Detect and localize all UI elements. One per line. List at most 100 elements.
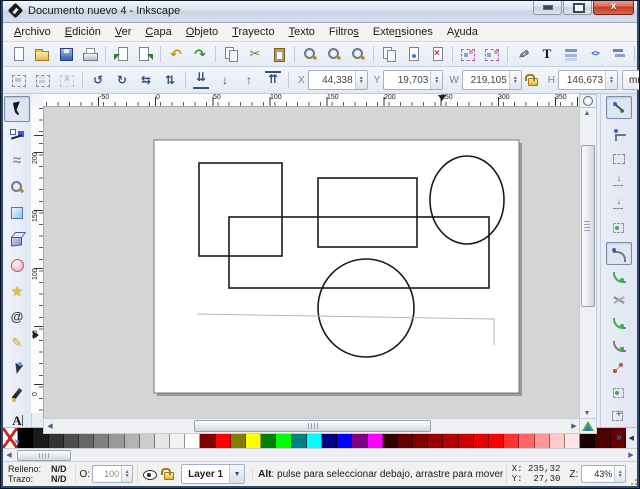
undo-button[interactable]: ↶ [164, 43, 188, 65]
spiral-tool-button[interactable]: @ [4, 304, 30, 330]
new-document-button[interactable] [6, 43, 30, 65]
align-distribute-button[interactable] [607, 43, 631, 65]
print-document-button[interactable] [78, 43, 102, 65]
snap-smooth-nodes-button[interactable] [606, 334, 632, 357]
xml-editor-button[interactable]: <> [583, 43, 607, 65]
paste-button[interactable] [267, 43, 291, 65]
bezier-tool-button[interactable] [4, 356, 30, 382]
zoom-to-page-button[interactable] [346, 43, 370, 65]
canvas-corner-button[interactable] [579, 94, 597, 108]
snap-object-centers-button[interactable] [606, 380, 632, 403]
layers-dialog-button[interactable] [559, 43, 583, 65]
text-tool-button[interactable]: A [4, 408, 30, 434]
horizontal-scroll-thumb[interactable] [194, 420, 431, 432]
star-tool-button[interactable]: ★ [4, 278, 30, 304]
snap-bbox-edge-midpoints-button[interactable] [606, 192, 632, 215]
palette-scroll-right-icon[interactable]: ▶ [625, 449, 637, 461]
ungroup-button[interactable] [480, 43, 504, 65]
snap-bounding-box-button[interactable] [606, 123, 632, 146]
lower-one-step-button[interactable]: ↓ [213, 69, 237, 91]
palette-scroll-left-icon[interactable]: ◀ [3, 449, 15, 461]
raise-to-top-button[interactable]: ⇈ [261, 69, 285, 91]
snap-bbox-corners-button[interactable] [606, 169, 632, 192]
menu-edicin[interactable]: Edición [58, 25, 108, 39]
selector-tool-button[interactable] [4, 96, 30, 122]
cms-toggle-button[interactable] [579, 418, 597, 434]
zoom-to-selection-button[interactable] [298, 43, 322, 65]
palette-overflow-arrow[interactable]: ◀ [626, 428, 637, 448]
width-spinner[interactable]: ▲▼ [509, 71, 521, 89]
snap-rotation-centers-button[interactable] [606, 403, 632, 426]
fill-stroke-indicator[interactable]: Relleno: N/D Trazo: N/D [3, 464, 75, 484]
open-document-button[interactable] [30, 43, 54, 65]
snap-path-intersections-button[interactable] [606, 288, 632, 311]
fill-stroke-dialog-button[interactable]: ✎ [511, 43, 535, 65]
snap-cusp-nodes-button[interactable] [606, 311, 632, 334]
y-input[interactable] [384, 73, 430, 87]
ellipse-tool-button[interactable] [4, 252, 30, 278]
rectangle-tool-button[interactable] [4, 200, 30, 226]
snap-bbox-edges-button[interactable] [606, 146, 632, 169]
menu-filtros[interactable]: Filtros [322, 25, 366, 39]
menu-texto[interactable]: Texto [282, 25, 322, 39]
horizontal-scrollbar[interactable]: ◀ ▶ [43, 418, 581, 434]
group-button[interactable] [456, 43, 480, 65]
create-clone-button[interactable] [401, 43, 425, 65]
cut-button[interactable]: ✂ [243, 43, 267, 65]
select-all-button[interactable] [7, 69, 31, 91]
tweak-tool-button[interactable]: ≈ [4, 148, 30, 174]
redo-button[interactable]: ↷ [188, 43, 212, 65]
palette-swatch[interactable] [595, 428, 610, 448]
zoom-value[interactable]: 43% [582, 469, 614, 479]
enable-snapping-button[interactable] [606, 96, 632, 119]
height-spinner[interactable]: ▲▼ [605, 71, 617, 89]
title-bar[interactable]: Documento nuevo 4 - Inkscape x [3, 0, 637, 23]
vertical-scroll-thumb[interactable] [581, 145, 595, 307]
menu-objeto[interactable]: Objeto [179, 25, 225, 39]
scroll-left-icon[interactable]: ◀ [44, 420, 56, 432]
snap-midpoints-button[interactable] [606, 357, 632, 380]
menu-extensiones[interactable]: Extensiones [366, 25, 440, 39]
deselect-button[interactable] [55, 69, 79, 91]
canvas-viewport[interactable] [43, 106, 580, 419]
export-bitmap-button[interactable] [133, 43, 157, 65]
select-all-in-all-layers-button[interactable] [31, 69, 55, 91]
y-spinner[interactable]: ▲▼ [430, 71, 442, 89]
layer-visibility-eye-icon[interactable] [142, 467, 158, 481]
raise-one-step-button[interactable]: ↑ [237, 69, 261, 91]
menu-ver[interactable]: Ver [108, 25, 139, 39]
flip-vertical-button[interactable]: ⇅ [158, 69, 182, 91]
snap-nodes-button[interactable] [606, 242, 632, 265]
opacity-spinner[interactable]: ▲▼ [121, 466, 132, 482]
opacity-value[interactable]: 100 [93, 469, 121, 479]
vertical-scrollbar[interactable]: ▲ ▼ [579, 106, 597, 420]
width-input[interactable] [463, 73, 509, 87]
copy-button[interactable] [219, 43, 243, 65]
menu-capa[interactable]: Capa [138, 25, 178, 39]
node-tool-button[interactable] [4, 122, 30, 148]
maximize-button[interactable] [563, 0, 592, 15]
layer-dropdown[interactable]: Layer 1 ▼ [181, 464, 245, 484]
resize-grip[interactable] [630, 466, 637, 486]
layer-lock-icon[interactable] [160, 466, 176, 482]
palette-scroll-thumb[interactable] [17, 450, 71, 461]
units-dropdown[interactable]: mm ▼ [622, 70, 640, 90]
toolbar-overflow-chevron[interactable]: » [14, 436, 20, 447]
zoom-to-drawing-button[interactable] [322, 43, 346, 65]
save-document-button[interactable] [54, 43, 78, 65]
lock-ratio-button[interactable] [522, 69, 542, 91]
palette-scrollbar[interactable]: ◀ ▶ [3, 448, 637, 461]
unlink-clone-button[interactable] [425, 43, 449, 65]
close-button[interactable]: x [593, 0, 634, 15]
pencil-tool-button[interactable]: ✎ [4, 330, 30, 356]
lower-to-bottom-button[interactable]: ⇊ [189, 69, 213, 91]
scroll-up-icon[interactable]: ▲ [581, 107, 593, 119]
rotate-cw-button[interactable]: ↻ [110, 69, 134, 91]
flip-horizontal-button[interactable]: ⇆ [134, 69, 158, 91]
text-dialog-button[interactable]: T [535, 43, 559, 65]
calligraphy-tool-button[interactable] [4, 382, 30, 408]
rotate-ccw-button[interactable]: ↺ [86, 69, 110, 91]
x-spinner[interactable]: ▲▼ [355, 71, 367, 89]
box3d-tool-button[interactable] [4, 226, 30, 252]
x-input[interactable] [309, 73, 355, 87]
